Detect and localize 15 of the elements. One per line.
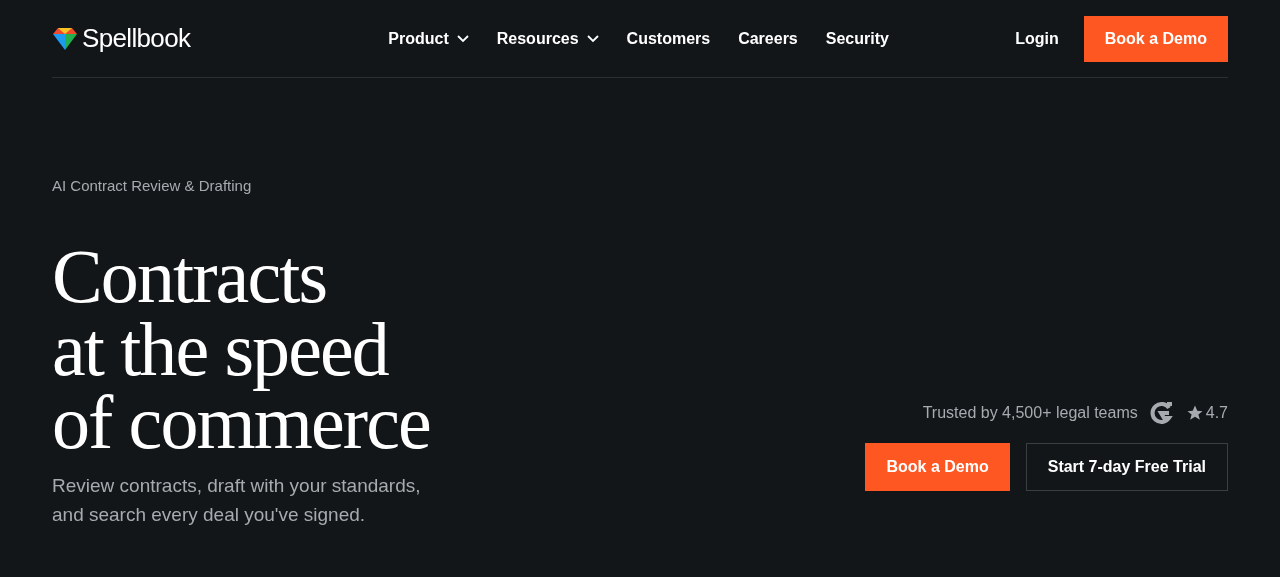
nav-link[interactable]: Security [825,26,889,51]
eyebrow-text: AI Contract Review & Drafting [52,176,253,196]
hero-subtitle: Review contracts, draft with your standards, and search every deal you've signed. [52,473,422,527]
gem-logo-icon[interactable] [52,26,78,51]
nav-link[interactable]: Product [388,26,469,51]
review-badge-icon [1149,400,1174,425]
brand-name[interactable]: Spellbook [82,19,191,58]
trust-text: Trusted by 4,500+ legal teams [922,402,1138,423]
hero-headline: Contracts at the speed of commerce [52,239,430,459]
login-link[interactable]: Login [1015,26,1059,51]
nav-link[interactable]: Resources [496,26,599,51]
rating-value: 4.7 [1205,402,1228,423]
nav-link[interactable]: Customers [626,26,711,51]
free-trial-button[interactable]: Start 7-day Free Trial [1025,442,1228,491]
nav-link[interactable]: Careers [738,26,798,51]
